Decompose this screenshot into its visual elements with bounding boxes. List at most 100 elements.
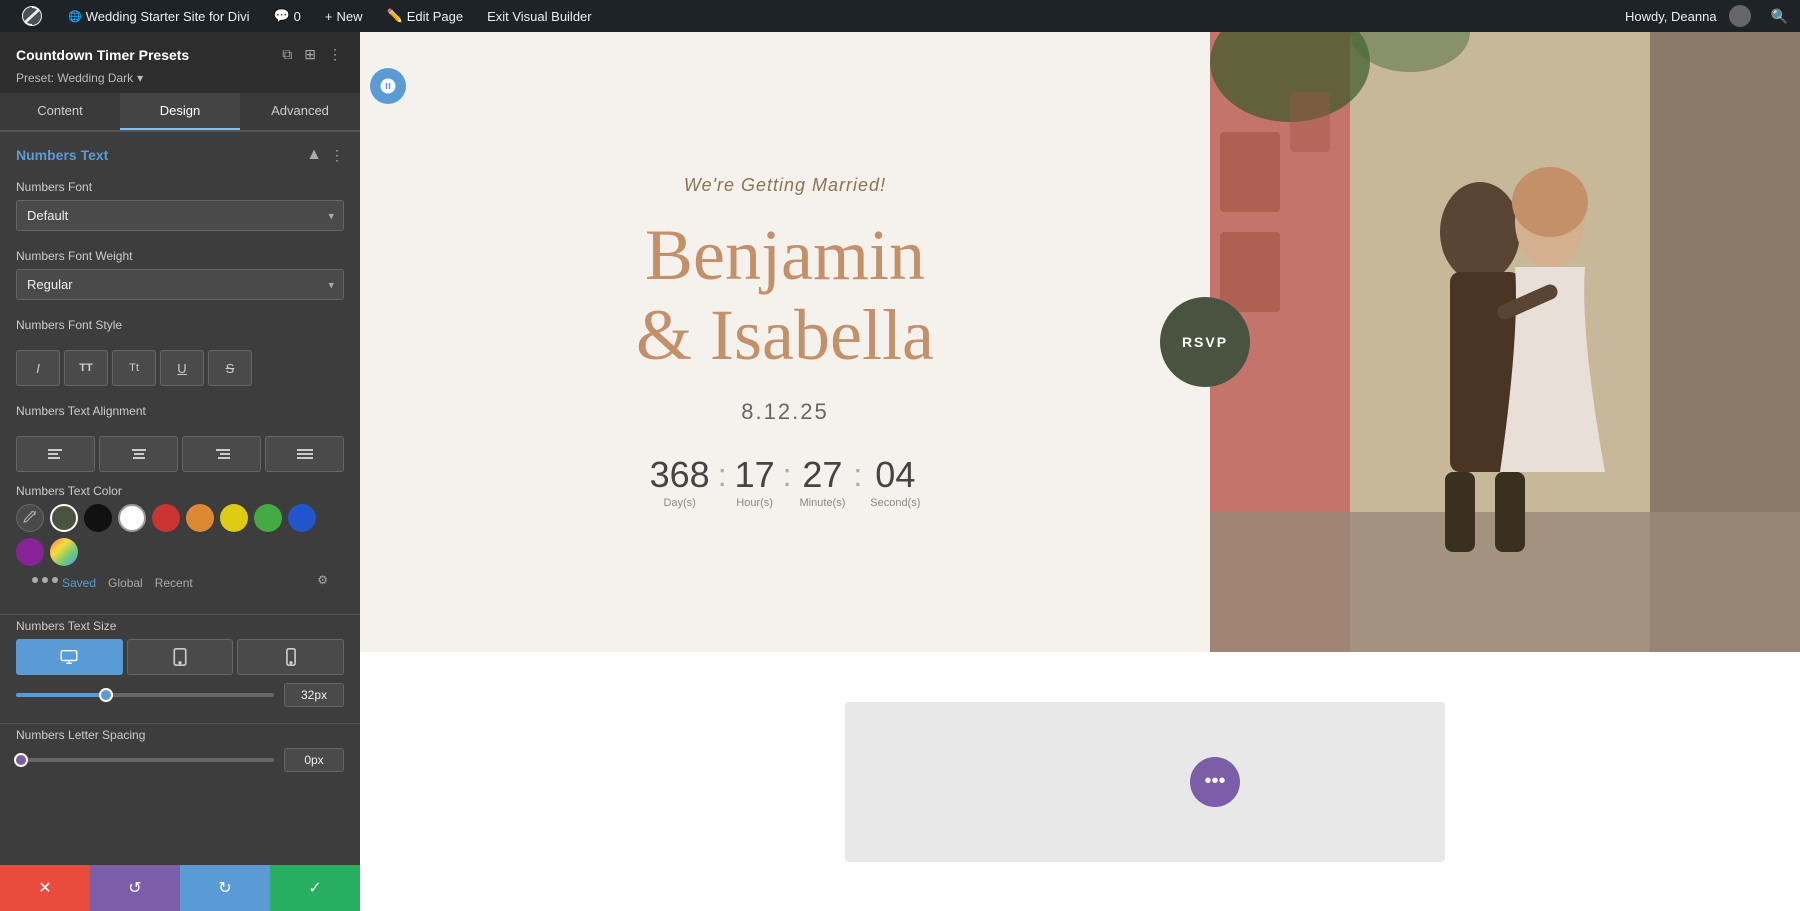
color-tab-recent[interactable]: Recent	[155, 576, 193, 590]
panel-title: Countdown Timer Presets	[16, 47, 189, 63]
countdown-minutes: 27 Minute(s)	[800, 457, 846, 509]
align-right-button[interactable]	[182, 436, 261, 472]
numbers-text-size-section: Numbers Text Size	[0, 619, 360, 719]
lower-content-placeholder	[845, 702, 1445, 862]
minutes-label: Minute(s)	[800, 497, 846, 509]
lower-section: •••	[360, 652, 1800, 911]
site-name-label: Wedding Starter Site for Divi	[86, 9, 250, 24]
color-tab-global[interactable]: Global	[108, 576, 143, 590]
font-style-buttons: I TT Tt U S	[0, 350, 360, 398]
hours-label: Hour(s)	[735, 497, 775, 509]
italic-button[interactable]: I	[16, 350, 60, 386]
tab-design[interactable]: Design	[120, 93, 240, 130]
align-left-button[interactable]	[16, 436, 95, 472]
color-swatch-gradient[interactable]	[50, 538, 78, 566]
save-button[interactable]: ✓	[270, 865, 360, 911]
text-size-slider[interactable]	[16, 693, 274, 697]
seconds-label: Second(s)	[870, 497, 920, 509]
countdown-separator-2: :	[783, 457, 792, 491]
color-swatch-red[interactable]	[152, 504, 180, 532]
ellipsis-icon: •••	[1204, 770, 1225, 793]
numbers-letter-spacing-section: Numbers Letter Spacing 0px	[0, 728, 360, 784]
comments-button[interactable]: 💬 0	[265, 0, 308, 32]
countdown-hours: 17 Hour(s)	[735, 457, 775, 509]
color-swatch-white[interactable]	[118, 504, 146, 532]
numbers-text-color-section: Numbers Text Color	[0, 484, 360, 610]
undo-button[interactable]: ↺	[90, 865, 180, 911]
color-tab-saved[interactable]: Saved	[62, 576, 96, 590]
color-swatch-green[interactable]	[254, 504, 282, 532]
wedding-subtitle: We're Getting Married!	[684, 175, 886, 196]
more-colors-dot-1[interactable]	[32, 577, 38, 583]
color-swatch-purple[interactable]	[16, 538, 44, 566]
numbers-font-label: Numbers Font	[16, 180, 344, 194]
desktop-device-button[interactable]	[16, 639, 123, 675]
numbers-font-style-field: Numbers Font Style	[0, 312, 360, 350]
align-justify-button[interactable]	[265, 436, 344, 472]
color-swatch-orange[interactable]	[186, 504, 214, 532]
countdown-separator-3: :	[853, 457, 862, 491]
section-collapse-icon[interactable]: ▲	[306, 146, 322, 164]
mobile-device-button[interactable]	[237, 639, 344, 675]
color-swatch-blue[interactable]	[288, 504, 316, 532]
color-settings-icon[interactable]: ⚙	[317, 573, 328, 587]
tab-advanced[interactable]: Advanced	[240, 93, 360, 130]
exit-builder-button[interactable]: Exit Visual Builder	[479, 0, 600, 32]
letter-spacing-value[interactable]: 0px	[284, 748, 344, 772]
panel-grid-icon[interactable]: ⊞	[302, 44, 318, 65]
search-icon[interactable]: 🔍	[1771, 8, 1788, 25]
countdown-seconds: 04 Second(s)	[870, 457, 920, 509]
wedding-date: 8.12.25	[741, 399, 828, 425]
countdown-display: 368 Day(s) : 17 Hour(s) : 27 Minute(s)	[650, 457, 921, 509]
numbers-font-field: Numbers Font Default	[0, 174, 360, 243]
tablet-device-button[interactable]	[127, 639, 234, 675]
text-size-slider-row: 32px	[16, 683, 344, 707]
admin-bar: 🌐 Wedding Starter Site for Divi 💬 0 + Ne…	[0, 0, 1800, 32]
wp-logo-button[interactable]	[12, 0, 52, 32]
page-content: We're Getting Married! Benjamin & Isabel…	[360, 32, 1800, 911]
panel-content: Numbers Text ▲ ⋮ Numbers Font Default Nu…	[0, 131, 360, 865]
numbers-font-weight-field: Numbers Font Weight Regular	[0, 243, 360, 312]
color-swatch-dark-green[interactable]	[50, 504, 78, 532]
edit-page-button[interactable]: ✏️ Edit Page	[379, 0, 472, 32]
wedding-name-2: & Isabella	[636, 295, 934, 375]
numbers-letter-spacing-label: Numbers Letter Spacing	[16, 728, 344, 742]
underline-button[interactable]: U	[160, 350, 204, 386]
color-swatch-black[interactable]	[84, 504, 112, 532]
letter-spacing-slider[interactable]	[16, 758, 274, 762]
tab-content[interactable]: Content	[0, 93, 120, 130]
rsvp-button[interactable]: RSVP	[1160, 297, 1250, 387]
lower-fab-button[interactable]: •••	[1190, 757, 1240, 807]
numbers-text-color-label: Numbers Text Color	[16, 484, 344, 498]
site-name-button[interactable]: 🌐 Wedding Starter Site for Divi	[60, 0, 257, 32]
strikethrough-button[interactable]: S	[208, 350, 252, 386]
color-eyedropper-button[interactable]	[16, 504, 44, 532]
days-label: Day(s)	[650, 497, 710, 509]
divi-float-button[interactable]	[370, 68, 406, 104]
tab-bar: Content Design Advanced	[0, 93, 360, 131]
panel-copy-icon[interactable]: ⧉	[280, 44, 294, 65]
couple-photo	[1210, 32, 1800, 652]
exit-builder-label: Exit Visual Builder	[487, 9, 592, 24]
more-colors-dot-2[interactable]	[42, 577, 48, 583]
more-colors-dot-3[interactable]	[52, 577, 58, 583]
preset-label[interactable]: Preset: Wedding Dark ▾	[16, 71, 344, 85]
cancel-button[interactable]: ✕	[0, 865, 90, 911]
right-content: We're Getting Married! Benjamin & Isabel…	[360, 32, 1800, 911]
panel-header: Countdown Timer Presets ⧉ ⊞ ⋮ Preset: We…	[0, 32, 360, 93]
new-button[interactable]: + New	[317, 0, 371, 32]
numbers-font-weight-label: Numbers Font Weight	[16, 249, 344, 263]
align-center-button[interactable]	[99, 436, 178, 472]
redo-button[interactable]: ↻	[180, 865, 270, 911]
numbers-font-weight-select[interactable]: Regular	[16, 269, 344, 300]
numbers-font-select[interactable]: Default	[16, 200, 344, 231]
color-swatch-yellow[interactable]	[220, 504, 248, 532]
wedding-names: Benjamin & Isabella	[636, 216, 934, 374]
text-size-value[interactable]: 32px	[284, 683, 344, 707]
numbers-text-alignment-field: Numbers Text Alignment	[0, 398, 360, 436]
section-title: Numbers Text	[16, 147, 108, 163]
panel-menu-icon[interactable]: ⋮	[326, 44, 344, 65]
section-menu-icon[interactable]: ⋮	[330, 147, 344, 164]
title-case-button[interactable]: Tt	[112, 350, 156, 386]
all-caps-button[interactable]: TT	[64, 350, 108, 386]
